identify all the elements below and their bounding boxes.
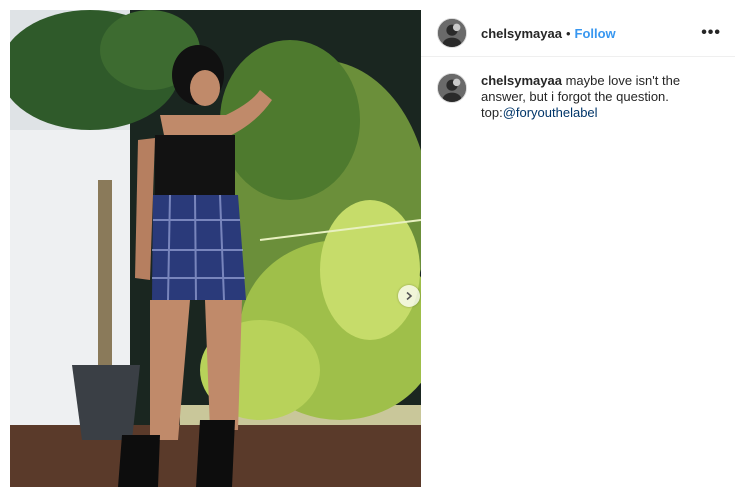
caption-avatar[interactable] — [437, 73, 467, 103]
avatar-image — [438, 19, 466, 47]
chevron-right-icon — [406, 291, 413, 301]
caption-text: chelsymayaa maybe love isn't the answer,… — [481, 73, 711, 121]
next-photo-button[interactable] — [398, 285, 420, 307]
post-photo[interactable] — [10, 10, 421, 487]
instagram-post: chelsymayaa • Follow ••• chelsymayaa may… — [0, 0, 745, 489]
post-sidebar: chelsymayaa • Follow ••• chelsymayaa may… — [421, 10, 735, 487]
caption-row: chelsymayaa maybe love isn't the answer,… — [421, 57, 735, 121]
post-photo-image — [10, 10, 421, 487]
avatar-image — [438, 74, 466, 102]
post-header: chelsymayaa • Follow ••• — [421, 10, 735, 57]
username-link[interactable]: chelsymayaa — [481, 26, 562, 41]
caption-username[interactable]: chelsymayaa — [481, 73, 562, 88]
follow-button[interactable]: Follow — [575, 26, 616, 41]
avatar[interactable] — [437, 18, 467, 48]
caption-prefix: top: — [481, 105, 503, 120]
separator-dot: • — [565, 25, 571, 41]
more-options-icon[interactable]: ••• — [701, 24, 721, 42]
caption-mention[interactable]: @foryouthelabel — [503, 105, 598, 120]
